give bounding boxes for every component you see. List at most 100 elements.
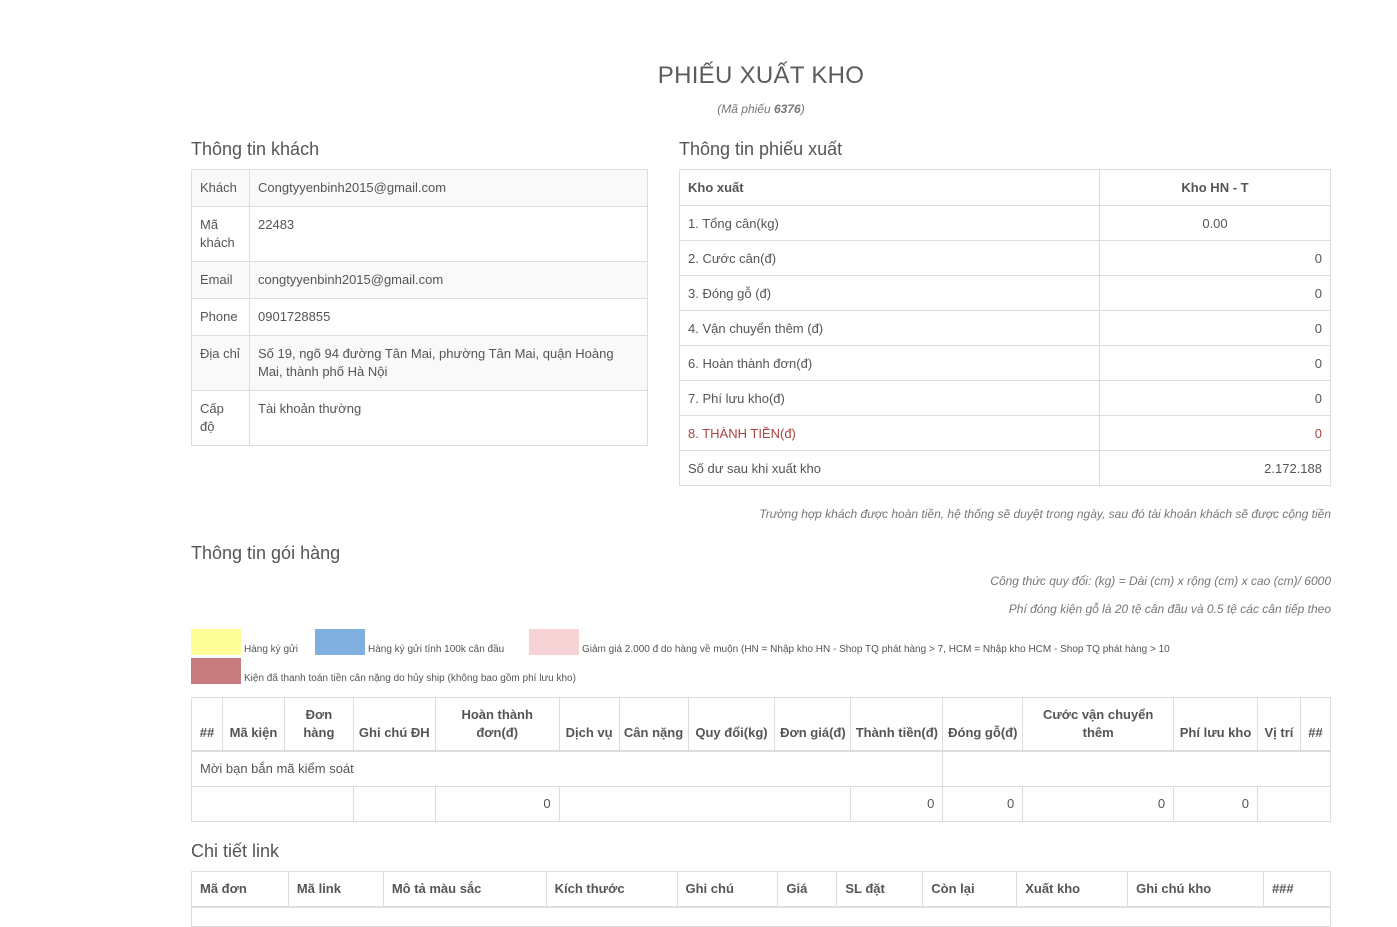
customer-value: Tài khoản thường: [249, 390, 648, 446]
total-extra-shipping: 0: [1022, 785, 1175, 822]
customer-label: Khách: [191, 169, 250, 207]
col-header: Hoàn thành đơn(đ): [434, 697, 560, 752]
voucher-value: 0: [1099, 275, 1331, 311]
voucher-label: 1. Tổng cân(kg): [679, 205, 1100, 241]
voucher-label: 6. Hoàn thành đơn(đ): [679, 345, 1100, 381]
voucher-row-weight: 1. Tổng cân(kg) 0.00: [679, 205, 1331, 241]
customer-label: Phone: [191, 298, 250, 336]
customer-section-title: Thông tin khách: [191, 139, 320, 159]
voucher-row-balance: Số dư sau khi xuất kho 2.172.188: [679, 450, 1331, 486]
col-header: Đơn hàng: [283, 697, 354, 752]
link-details-table: Mã đơn Mã link Mô tả màu sắc Kích thước …: [191, 871, 1332, 927]
voucher-value: 0: [1099, 240, 1331, 276]
legend-text-consignment-100k: Hàng ký gửi tính 100k cân đầu: [368, 644, 505, 655]
total-wood: 0: [942, 785, 1024, 822]
customer-value: 0901728855: [249, 298, 648, 336]
customer-row-email: Email congtyyenbinh2015@gmail.com: [191, 261, 648, 299]
balance-value: 2.172.188: [1099, 450, 1331, 486]
col-header: Mã kiện: [221, 697, 285, 752]
voucher-row-weight-fee: 2. Cước cân(đ) 0: [679, 240, 1331, 276]
col-header: Đóng gỗ(đ): [942, 697, 1024, 752]
col-header: SL đặt: [836, 871, 924, 908]
total-amount: 0: [850, 785, 944, 822]
legend-text-consignment: Hàng ký gửi: [244, 644, 298, 655]
voucher-label: 7. Phí lưu kho(đ): [679, 380, 1100, 416]
col-header: Giá: [777, 871, 838, 908]
voucher-row-wood: 3. Đóng gỗ (đ) 0: [679, 275, 1331, 311]
col-header: Mã link: [287, 871, 384, 908]
col-header: Ghi chú ĐH: [352, 697, 436, 752]
legend-text-cancelled-ship: Kiện đã thanh toán tiền cân nặng do hủy …: [244, 673, 576, 684]
legend-swatch-late-discount: [529, 629, 579, 655]
page-title: PHIẾU XUẤT KHO: [657, 62, 865, 89]
customer-row-id: Mã khách 22483: [191, 206, 648, 262]
packages-totals-row: 0 0 0 0 0: [191, 785, 1332, 822]
col-header: Đơn giá(đ): [774, 697, 852, 752]
totals-empty-cell: [191, 785, 354, 822]
col-header: Vị trí: [1256, 697, 1301, 752]
links-section-title: Chi tiết link: [191, 841, 280, 861]
customer-row-phone: Phone 0901728855: [191, 298, 648, 336]
legend-swatch-consignment: [191, 629, 241, 655]
voucher-code-suffix: ): [800, 102, 805, 116]
customer-row-address: Địa chỉ Số 19, ngõ 94 đường Tân Mai, phư…: [191, 335, 648, 391]
voucher-row-total: 8. THÀNH TIỀN(đ) 0: [679, 415, 1331, 451]
col-header: Xuất kho: [1016, 871, 1129, 908]
links-header-row: Mã đơn Mã link Mô tả màu sắc Kích thước …: [191, 871, 1332, 908]
customer-value: congtyyenbinh2015@gmail.com: [249, 261, 648, 299]
customer-label: Địa chỉ: [191, 335, 250, 391]
col-header: Còn lại: [922, 871, 1018, 908]
customer-info-table: Khách Congtyyenbinh2015@gmail.com Mã khá…: [191, 169, 648, 446]
col-header: Ghi chú: [676, 871, 779, 908]
conversion-formula-note: Công thức quy đổi: (kg) = Dài (cm) x rộn…: [990, 574, 1331, 588]
voucher-label: 4. Vận chuyển thêm (đ): [679, 310, 1100, 346]
col-header: Kích thước: [545, 871, 678, 908]
total-label: 8. THÀNH TIỀN(đ): [679, 415, 1100, 451]
col-header: ##: [1299, 697, 1332, 752]
customer-label: Cấp độ: [191, 390, 250, 446]
scan-prompt[interactable]: Mời bạn bắn mã kiểm soát: [190, 750, 944, 787]
totals-empty-cell: [352, 785, 436, 822]
voucher-section-title: Thông tin phiếu xuất: [679, 139, 843, 159]
warehouse-label: Kho xuất: [679, 169, 1100, 206]
packages-section-title: Thông tin gói hàng: [191, 543, 341, 563]
col-header: Cước vận chuyển thêm: [1022, 697, 1175, 752]
col-header: Mã đơn: [191, 871, 289, 908]
col-header: Thành tiền(đ): [850, 697, 944, 752]
voucher-row-extra-shipping: 4. Vận chuyển thêm (đ) 0: [679, 310, 1331, 346]
links-empty-cell: [191, 906, 1331, 927]
customer-value: Congtyyenbinh2015@gmail.com: [249, 169, 648, 207]
voucher-label: 3. Đóng gỗ (đ): [679, 275, 1100, 311]
col-header: Quy đổi(kg): [687, 697, 776, 752]
scan-row-empty: [942, 750, 1331, 787]
voucher-warehouse-row: Kho xuất Kho HN - T: [679, 169, 1331, 206]
col-header: ##: [191, 697, 223, 752]
totals-empty-cell: [1256, 785, 1332, 822]
col-header: Phí lưu kho: [1173, 697, 1258, 752]
customer-value: Số 19, ngõ 94 đường Tân Mai, phường Tân …: [249, 335, 648, 391]
customer-value: 22483: [249, 206, 648, 262]
warehouse-value: Kho HN - T: [1099, 169, 1331, 206]
col-header: Ghi chú kho: [1127, 871, 1264, 908]
voucher-value: 0: [1099, 380, 1331, 416]
voucher-label: 2. Cước cân(đ): [679, 240, 1100, 276]
voucher-code-prefix: (Mã phiếu: [717, 102, 774, 116]
voucher-code: (Mã phiếu 6376): [0, 102, 1397, 116]
voucher-info-table: Kho xuất Kho HN - T 1. Tổng cân(kg) 0.00…: [679, 169, 1331, 486]
legend-swatch-cancelled-ship: [191, 658, 241, 684]
total-completion: 0: [434, 785, 560, 822]
legend-swatch-consignment-100k: [315, 629, 365, 655]
voucher-row-completion: 6. Hoàn thành đơn(đ) 0: [679, 345, 1331, 381]
customer-row-name: Khách Congtyyenbinh2015@gmail.com: [191, 169, 648, 207]
voucher-value: 0.00: [1099, 205, 1331, 241]
col-header: Dịch vụ: [558, 697, 620, 752]
totals-empty-cell: [558, 785, 852, 822]
scan-row: Mời bạn bắn mã kiểm soát: [190, 750, 1331, 787]
col-header: Mô tả màu sắc: [382, 871, 547, 908]
col-header: ###: [1262, 871, 1332, 908]
voucher-value: 0: [1099, 345, 1331, 381]
voucher-row-storage: 7. Phí lưu kho(đ) 0: [679, 380, 1331, 416]
legend-text-late-discount: Giảm giá 2.000 đ do hàng về muộn (HN = N…: [582, 644, 1170, 655]
col-header: Cân nặng: [618, 697, 689, 752]
refund-note: Trường hợp khách được hoàn tiền, hệ thốn…: [759, 507, 1331, 521]
